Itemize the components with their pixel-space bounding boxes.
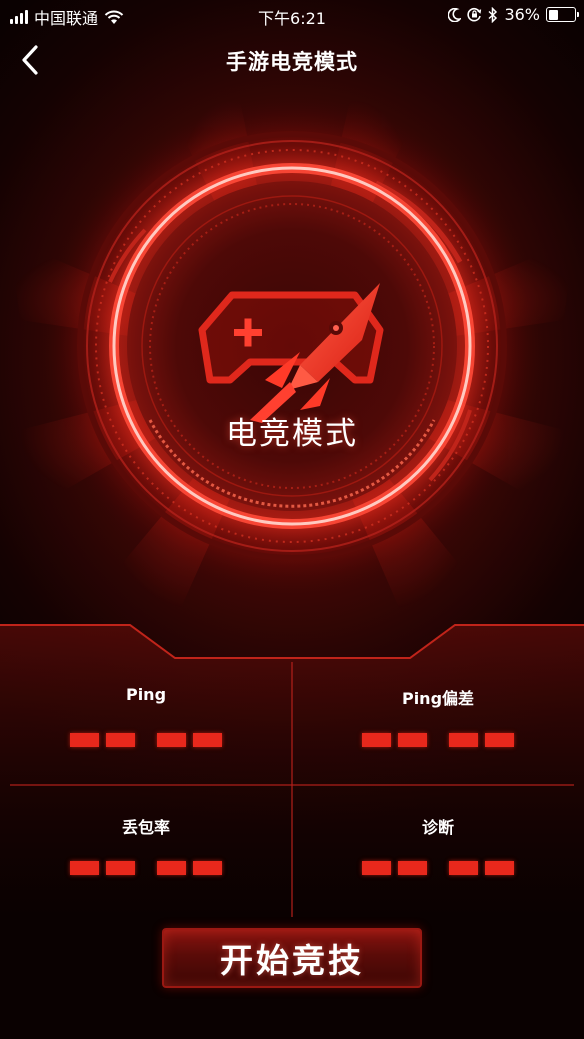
stat-ping-deviation: Ping偏差 <box>292 662 584 792</box>
stat-label: Ping <box>125 685 167 704</box>
stat-diagnosis: 诊断 <box>292 792 584 922</box>
battery-percent: 36% <box>504 5 540 24</box>
stat-value-placeholder <box>0 861 292 875</box>
battery-fill <box>548 9 558 20</box>
stat-value-placeholder <box>292 733 584 747</box>
moon-icon <box>448 7 462 22</box>
stat-packet-loss: 丢包率 <box>0 792 292 922</box>
battery-icon <box>546 7 579 22</box>
start-button-label: 开始竞技 <box>220 941 364 980</box>
stat-value-placeholder <box>292 861 584 875</box>
app-screen: 中国联通 下午6:21 36% 手游电竞模式 电竞模式 Ping Ping偏差 … <box>0 0 584 1039</box>
stats-panel: Ping Ping偏差 丢包率 诊断 <box>0 622 584 922</box>
hero-ring-graphic <box>10 96 574 610</box>
esports-mode-hero: 电竞模式 <box>0 90 584 620</box>
mode-label: 电竞模式 <box>226 416 358 452</box>
status-bar: 中国联通 下午6:21 36% <box>0 0 584 30</box>
bluetooth-icon <box>488 6 498 23</box>
stat-label: Ping偏差 <box>401 689 475 708</box>
stat-label: 丢包率 <box>121 818 170 837</box>
rotation-lock-icon <box>467 7 482 22</box>
start-competition-button[interactable]: 开始竞技 <box>162 928 422 988</box>
stat-ping: Ping <box>0 662 292 792</box>
stat-label: 诊断 <box>421 818 454 837</box>
nav-bar: 手游电竞模式 <box>0 30 584 90</box>
status-right: 36% <box>448 5 579 24</box>
stat-value-placeholder <box>0 733 292 747</box>
page-title: 手游电竞模式 <box>226 50 358 74</box>
